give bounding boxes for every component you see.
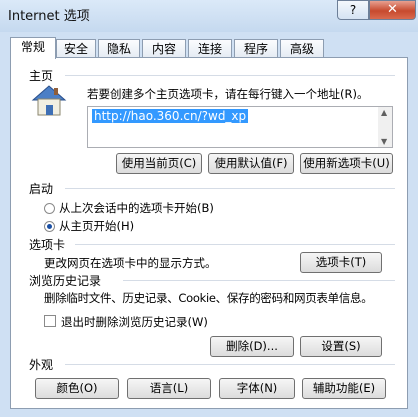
scroll-down-icon[interactable]: ▼ xyxy=(381,137,387,146)
title-bar: Internet 选项 ? ✕ xyxy=(0,0,418,32)
radio-home-page[interactable] xyxy=(44,221,55,232)
tabs-section-label: 选项卡 xyxy=(29,238,66,252)
accessibility-button[interactable]: 辅助功能(E) xyxy=(302,378,386,399)
history-separator xyxy=(123,280,395,281)
use-current-button[interactable]: 使用当前页(C) xyxy=(116,153,202,174)
internet-options-window: Internet 选项 ? ✕ 常规 安全 隐私 内容 连接 程序 高级 主页 … xyxy=(0,0,418,417)
delete-history-button[interactable]: 删除(D)... xyxy=(210,336,294,357)
help-button[interactable]: ? xyxy=(337,0,369,20)
tabs-settings-button[interactable]: 选项卡(T) xyxy=(300,252,382,273)
tab-content[interactable]: 内容 xyxy=(142,39,186,58)
tab-advanced[interactable]: 高级 xyxy=(280,39,324,58)
url-field-scrollbar[interactable]: ▲ ▼ xyxy=(378,107,392,147)
colors-button[interactable]: 颜色(O) xyxy=(35,378,119,399)
tab-general[interactable]: 常规 xyxy=(10,37,56,59)
delete-on-exit-checkbox[interactable] xyxy=(44,315,56,327)
tabs-description: 更改网页在选项卡中的显示方式。 xyxy=(44,256,217,270)
home-separator xyxy=(65,75,395,76)
home-page-url-field[interactable]: http://hao.360.cn/?wd_xp ▲ ▼ xyxy=(87,106,393,148)
startup-separator xyxy=(65,188,395,189)
appearance-separator xyxy=(65,364,395,365)
home-start-label: 从主页开始(H) xyxy=(59,219,135,233)
languages-button[interactable]: 语言(L) xyxy=(127,378,211,399)
tabs-separator xyxy=(75,244,395,245)
tab-connections[interactable]: 连接 xyxy=(188,39,232,58)
history-description: 删除临时文件、历史记录、Cookie、保存的密码和网页表单信息。 xyxy=(44,291,373,305)
close-button[interactable]: ✕ xyxy=(369,0,416,20)
radio-last-session[interactable] xyxy=(44,203,55,214)
startup-section-label: 启动 xyxy=(29,182,54,196)
appearance-section-label: 外观 xyxy=(29,358,54,372)
home-page-icon xyxy=(31,85,67,116)
general-panel: 主页 若要创建多个主页选项卡，请在每行键入一个地址(R)。 http://hao… xyxy=(10,57,408,409)
home-page-url: http://hao.360.cn/?wd_xp xyxy=(92,109,249,123)
window-title: Internet 选项 xyxy=(8,9,90,24)
home-instruction: 若要创建多个主页选项卡，请在每行键入一个地址(R)。 xyxy=(87,87,369,101)
tab-privacy[interactable]: 隐私 xyxy=(98,39,140,58)
tab-security[interactable]: 安全 xyxy=(56,39,96,58)
tab-programs[interactable]: 程序 xyxy=(234,39,278,58)
scroll-up-icon[interactable]: ▲ xyxy=(381,108,387,117)
history-settings-button[interactable]: 设置(S) xyxy=(300,336,382,357)
use-new-tab-button[interactable]: 使用新选项卡(U) xyxy=(300,153,393,174)
delete-on-exit-label: 退出时删除浏览历史记录(W) xyxy=(61,315,208,329)
fonts-button[interactable]: 字体(N) xyxy=(219,378,295,399)
history-section-label: 浏览历史记录 xyxy=(29,274,102,288)
last-session-label: 从上次会话中的选项卡开始(B) xyxy=(59,201,214,215)
use-default-button[interactable]: 使用默认值(F) xyxy=(208,153,294,174)
